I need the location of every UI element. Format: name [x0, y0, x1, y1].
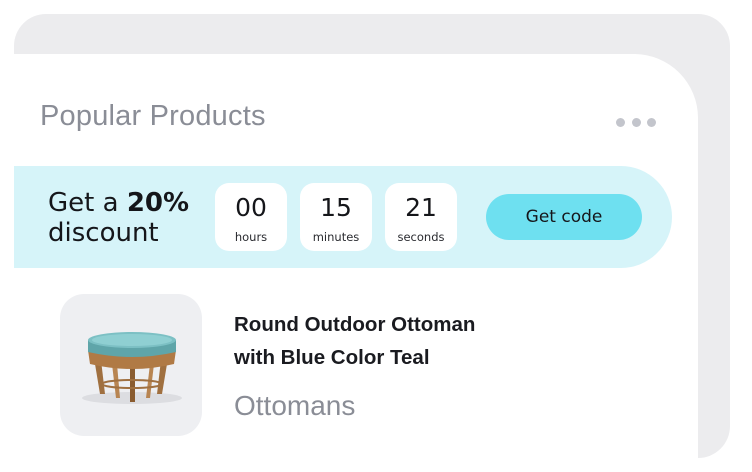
countdown-seconds-value: 21 [405, 193, 437, 222]
countdown-seconds: 21 seconds [385, 183, 457, 251]
product-thumbnail[interactable] [60, 294, 202, 436]
get-code-button[interactable]: Get code [486, 194, 642, 240]
more-dot [647, 117, 656, 127]
discount-banner: Get a 20% discount 00 hours 15 minutes 2… [14, 166, 672, 268]
product-name-line1: Round Outdoor Ottoman [234, 313, 476, 336]
countdown-hours-value: 00 [235, 193, 267, 222]
more-options-icon[interactable] [616, 116, 656, 128]
countdown-minutes-unit: minutes [312, 230, 360, 244]
countdown-minutes: 15 minutes [300, 183, 372, 251]
countdown-hours-unit: hours [234, 230, 268, 244]
widget-title: Popular Products [40, 100, 266, 132]
product-name[interactable]: Round Outdoor Ottoman with Blue Color Te… [234, 308, 534, 374]
discount-suffix: discount [48, 218, 159, 248]
popular-products-card: Popular Products Get a 20% discount 00 h… [14, 54, 698, 472]
countdown-seconds-unit: seconds [397, 230, 445, 244]
ottoman-image [82, 332, 182, 404]
more-dot [616, 117, 625, 127]
product-category: Ottomans [234, 390, 356, 421]
product-name-line2: with Blue Color Teal [234, 346, 430, 369]
more-dot [631, 117, 641, 127]
countdown-minutes-value: 15 [320, 193, 352, 222]
discount-text: Get a 20% discount [48, 188, 189, 248]
countdown-hours: 00 hours [215, 183, 287, 251]
discount-amount: 20% [126, 188, 190, 218]
discount-prefix: Get a [48, 188, 127, 218]
